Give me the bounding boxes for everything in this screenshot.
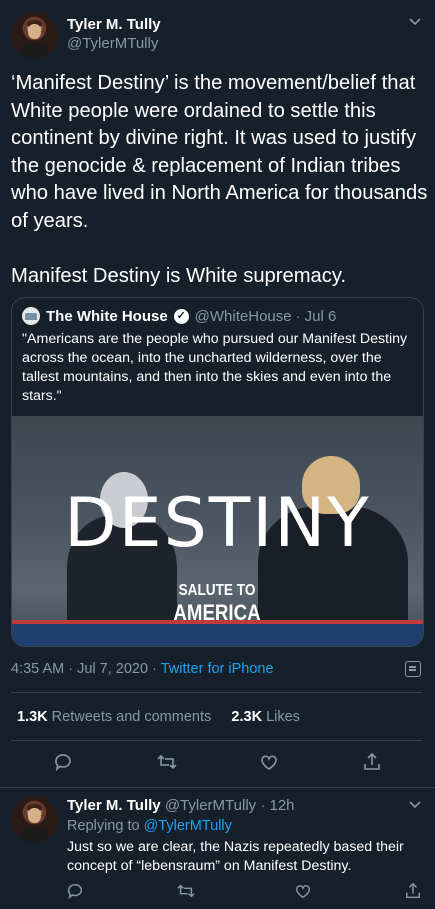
reply-icon[interactable]: [52, 752, 74, 774]
retweets-stat[interactable]: 1.3K Retweets and comments: [17, 709, 211, 725]
retweet-icon[interactable]: [156, 752, 178, 774]
tweet-date[interactable]: Jul 7, 2020: [77, 661, 148, 677]
quoted-date: Jul 6: [304, 307, 337, 325]
like-icon[interactable]: [258, 752, 280, 774]
tweet-timestamp: 4:35 AM · Jul 7, 2020 · Twitter for iPho…: [11, 661, 274, 677]
chevron-down-icon[interactable]: [408, 14, 422, 30]
reply-time[interactable]: 12h: [270, 797, 295, 814]
reply-separator: ·: [260, 797, 266, 814]
quoted-author-avatar: [22, 307, 40, 325]
likes-count: 2.3K: [231, 709, 263, 725]
likes-stat[interactable]: 2.3K Likes: [231, 709, 300, 725]
salute-logo-line1: SALUTE TO: [178, 582, 256, 599]
quoted-tweet-header: The White House ✓ @WhiteHouse · Jul 6: [22, 306, 336, 326]
tweet-time[interactable]: 4:35 AM: [11, 661, 64, 677]
salute-logo-line2: AMERICA: [173, 600, 261, 625]
meta-separator: ·: [152, 661, 157, 677]
engagement-stats: 1.3K Retweets and comments 2.3K Likes: [17, 709, 300, 725]
like-icon[interactable]: [294, 882, 312, 905]
analytics-icon[interactable]: [405, 661, 421, 677]
replying-to: Replying to @TylerMTully: [67, 818, 232, 834]
reply-author-handle[interactable]: @TylerMTully: [165, 797, 256, 814]
quoted-author-name: The White House: [46, 307, 168, 325]
replying-to-handle[interactable]: @TylerMTully: [144, 818, 232, 834]
quoted-author-handle: @WhiteHouse: [194, 307, 292, 325]
author-avatar[interactable]: [11, 12, 58, 59]
quoted-tweet[interactable]: The White House ✓ @WhiteHouse · Jul 6 "A…: [11, 297, 424, 647]
replying-to-label: Replying to: [67, 818, 140, 834]
divider: [11, 740, 422, 741]
divider: [11, 692, 422, 693]
reply-header: Tyler M. Tully @TylerMTully · 12h: [67, 797, 295, 814]
divider: [0, 787, 435, 788]
tweet-text: ‘Manifest Destiny’ is the movement/belie…: [11, 72, 428, 287]
reply-icon[interactable]: [66, 882, 84, 905]
retweets-count: 1.3K: [17, 709, 48, 725]
quoted-tweet-image[interactable]: DESTINY SALUTE TO AMERICA: [12, 416, 423, 646]
reply-author-avatar[interactable]: [11, 796, 58, 843]
reply-author-name[interactable]: Tyler M. Tully: [67, 797, 161, 814]
chevron-down-icon[interactable]: [408, 797, 422, 813]
author-name[interactable]: Tyler M. Tully: [67, 16, 161, 33]
share-icon[interactable]: [404, 882, 422, 905]
reply-text: Just so we are clear, the Nazis repeated…: [67, 839, 404, 874]
retweets-label: Retweets and comments: [51, 709, 212, 725]
verified-badge-icon: ✓: [173, 308, 189, 324]
tweet-source[interactable]: Twitter for iPhone: [161, 661, 274, 677]
author-handle[interactable]: @TylerMTully: [67, 35, 158, 52]
quoted-tweet-text: "Americans are the people who pursued ou…: [22, 331, 408, 404]
likes-label: Likes: [266, 709, 300, 725]
share-icon[interactable]: [361, 752, 383, 774]
image-headline: DESTINY: [64, 484, 371, 563]
meta-separator: ·: [68, 661, 74, 677]
quoted-separator: ·: [295, 307, 301, 325]
retweet-icon[interactable]: [176, 882, 196, 905]
